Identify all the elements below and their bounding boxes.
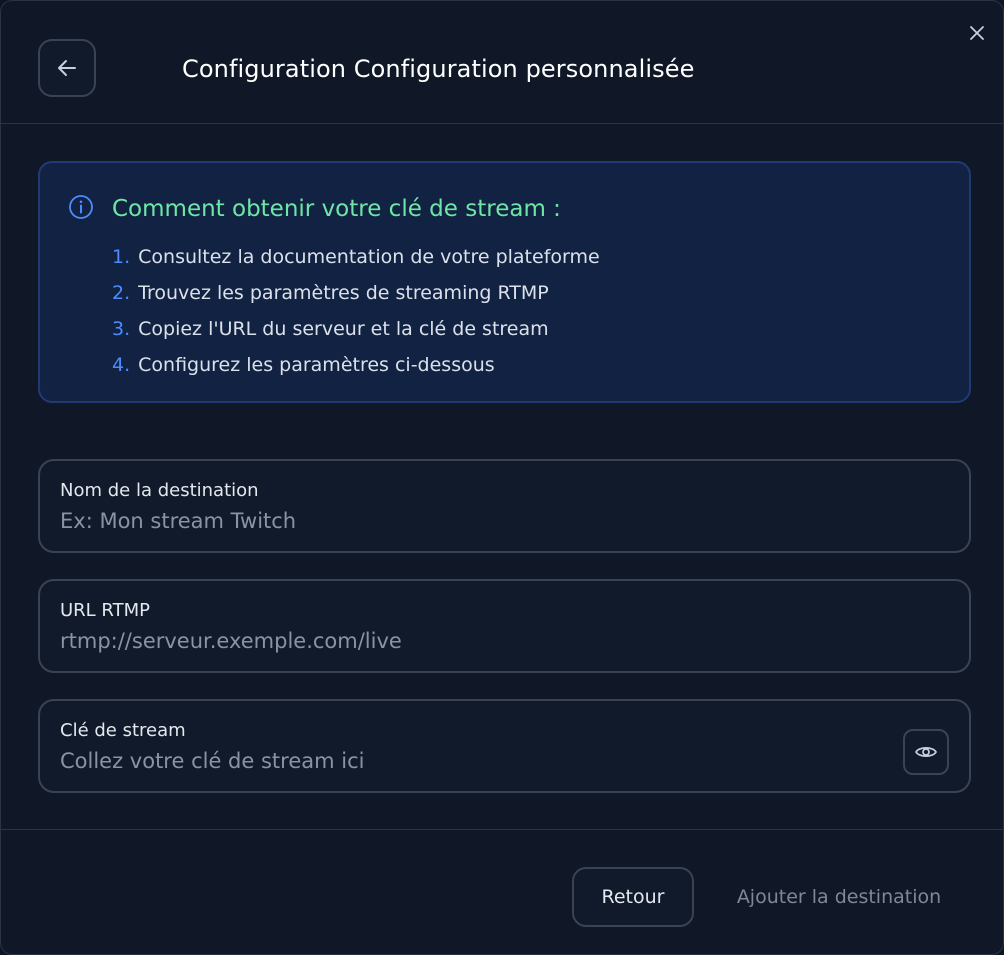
close-button[interactable] — [965, 21, 989, 45]
stream-key-input[interactable] — [60, 745, 880, 777]
step-number: 4. — [112, 354, 131, 376]
arrow-left-icon — [58, 60, 76, 76]
toggle-key-visibility-button[interactable] — [903, 729, 949, 775]
add-destination-button[interactable]: Ajouter la destination — [713, 867, 965, 927]
eye-icon — [915, 747, 937, 757]
step-text: Copiez l'URL du serveur et la clé de str… — [138, 318, 549, 340]
help-step: 1. Consultez la documentation de votre pl… — [112, 243, 600, 279]
step-text: Configurez les paramètres ci-dessous — [138, 354, 495, 376]
help-step: 2. Trouvez les paramètres de streaming RT… — [112, 279, 600, 315]
back-button[interactable] — [38, 39, 96, 97]
destination-name-input[interactable] — [60, 505, 880, 537]
step-text: Trouvez les paramètres de streaming RTMP — [138, 282, 549, 304]
help-title: Comment obtenir votre clé de stream : — [112, 196, 561, 222]
destination-name-field[interactable]: Nom de la destination — [38, 459, 971, 553]
dialog-header: Configuration Configuration personnalisé… — [1, 1, 1003, 124]
destination-name-label: Nom de la destination — [60, 480, 259, 501]
close-icon — [970, 26, 984, 40]
custom-destination-dialog: Configuration Configuration personnalisé… — [0, 0, 1004, 955]
step-number: 3. — [112, 318, 131, 340]
help-step: 4. Configurez les paramètres ci-dessous — [112, 351, 600, 387]
stream-key-label: Clé de stream — [60, 720, 186, 741]
help-steps-list: 1. Consultez la documentation de votre pl… — [112, 243, 600, 387]
info-circle-icon — [69, 195, 93, 219]
footer-divider — [1, 829, 1003, 830]
rtmp-url-field[interactable]: URL RTMP — [38, 579, 971, 673]
stream-key-field[interactable]: Clé de stream — [38, 699, 971, 793]
rtmp-url-label: URL RTMP — [60, 600, 151, 621]
dialog-title: Configuration Configuration personnalisé… — [182, 55, 695, 83]
back-footer-button[interactable]: Retour — [572, 867, 694, 927]
step-number: 1. — [112, 246, 131, 268]
step-number: 2. — [112, 282, 131, 304]
stream-key-help-panel: Comment obtenir votre clé de stream : 1.… — [38, 161, 971, 403]
rtmp-url-input[interactable] — [60, 625, 880, 657]
help-step: 3. Copiez l'URL du serveur et la clé de s… — [112, 315, 600, 351]
step-text: Consultez la documentation de votre plat… — [138, 246, 600, 268]
